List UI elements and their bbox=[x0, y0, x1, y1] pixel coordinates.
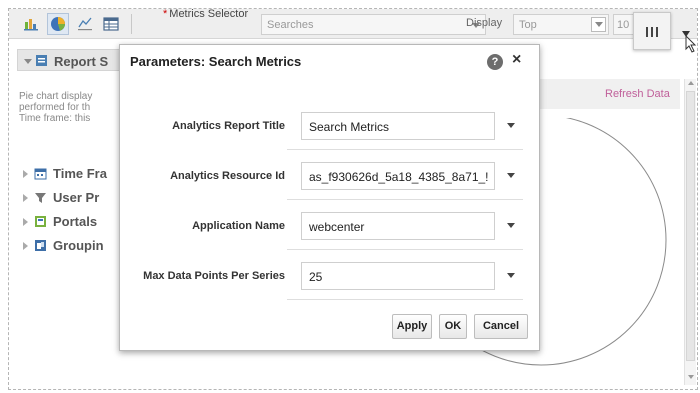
max-data-points-value: 25 bbox=[309, 270, 323, 284]
ok-button[interactable]: OK bbox=[439, 314, 467, 339]
refresh-data-link[interactable]: Refresh Data bbox=[605, 88, 670, 100]
line-chart-icon[interactable] bbox=[76, 15, 94, 33]
scroll-down-icon[interactable] bbox=[688, 375, 694, 379]
display-value: Top bbox=[519, 19, 537, 31]
parameters-dialog: Parameters: Search Metrics ? × Analytics… bbox=[119, 44, 540, 351]
panel-item-label: Time Fra bbox=[53, 166, 107, 181]
row-divider bbox=[287, 299, 523, 300]
max-data-points-input[interactable]: 25 bbox=[301, 262, 495, 290]
count-value: 10 bbox=[617, 19, 630, 31]
apply-button[interactable]: Apply bbox=[392, 314, 432, 339]
application-name-value: webcenter bbox=[309, 220, 365, 234]
left-panel: Report S Pie chart display performed for… bbox=[17, 49, 127, 289]
report-description: Pie chart display performed for th Time … bbox=[19, 91, 119, 124]
metrics-selector-value: Searches bbox=[267, 19, 314, 31]
row-divider bbox=[287, 249, 523, 250]
toolbar-separator bbox=[131, 14, 132, 34]
panel-item-label: Portals bbox=[53, 214, 98, 229]
chevron-down-icon[interactable] bbox=[507, 123, 515, 129]
scroll-up-icon[interactable] bbox=[688, 81, 694, 85]
chevron-down-icon[interactable] bbox=[507, 223, 515, 229]
report-settings-label: Report S bbox=[54, 54, 109, 69]
report-description-line: performed for th bbox=[19, 102, 91, 113]
metrics-selector-label-text: Metrics Selector bbox=[169, 8, 249, 20]
panel-item-portals[interactable]: Portals bbox=[17, 212, 127, 232]
collapse-triangle-icon bbox=[24, 59, 32, 64]
bar-chart-icon[interactable] bbox=[22, 15, 40, 33]
chevron-down-icon bbox=[595, 22, 603, 27]
field-label-application-name: Application Name bbox=[192, 220, 285, 232]
display-label: Display bbox=[466, 17, 503, 29]
resource-id-value: as_f930626d_5a18_4385_8a71_! bbox=[309, 170, 489, 184]
display-dropdown-button[interactable] bbox=[591, 17, 606, 32]
expand-triangle-icon bbox=[23, 218, 28, 226]
panel-item-label: User Pr bbox=[53, 190, 100, 205]
columns-icon bbox=[646, 27, 659, 37]
columns-menu-button[interactable] bbox=[633, 12, 671, 50]
report-description-line: Pie chart display bbox=[19, 91, 93, 102]
report-icon bbox=[36, 55, 47, 66]
expand-triangle-icon bbox=[23, 194, 28, 202]
report-title-value: Search Metrics bbox=[309, 120, 390, 134]
required-marker: * bbox=[163, 8, 168, 20]
chevron-down-icon[interactable] bbox=[507, 173, 515, 179]
row-divider bbox=[287, 199, 523, 200]
expand-triangle-icon bbox=[23, 170, 28, 178]
filter-icon bbox=[35, 193, 46, 203]
panel-item-grouping[interactable]: Groupin bbox=[17, 236, 127, 256]
vertical-scrollbar[interactable] bbox=[684, 79, 696, 385]
mouse-cursor-icon bbox=[685, 35, 697, 53]
close-icon[interactable]: × bbox=[512, 51, 521, 69]
count-input[interactable]: 10 bbox=[613, 14, 635, 35]
pie-chart-icon-selected[interactable] bbox=[47, 13, 69, 35]
chevron-down-icon[interactable] bbox=[507, 273, 515, 279]
scrollbar-thumb[interactable] bbox=[686, 91, 695, 361]
dialog-title: Parameters: Search Metrics bbox=[130, 54, 302, 69]
row-divider bbox=[287, 149, 523, 150]
cancel-button[interactable]: Cancel bbox=[474, 314, 528, 339]
field-label-resource-id: Analytics Resource Id bbox=[170, 170, 285, 182]
resource-id-input[interactable]: as_f930626d_5a18_4385_8a71_! bbox=[301, 162, 495, 190]
panel-item-label: Groupin bbox=[53, 238, 104, 253]
help-icon[interactable]: ? bbox=[487, 54, 503, 70]
report-title-input[interactable]: Search Metrics bbox=[301, 112, 495, 140]
pie-chart-icon bbox=[51, 17, 65, 31]
metrics-selector-label: * Metrics Selector bbox=[163, 8, 248, 20]
application-name-input[interactable]: webcenter bbox=[301, 212, 495, 240]
panel-item-user-profile[interactable]: User Pr bbox=[17, 188, 127, 208]
field-label-report-title: Analytics Report Title bbox=[172, 120, 285, 132]
display-dropdown[interactable]: Top bbox=[513, 14, 609, 35]
metrics-selector-dropdown[interactable]: Searches bbox=[261, 14, 486, 35]
grouping-icon bbox=[35, 240, 46, 251]
calendar-icon bbox=[34, 168, 47, 180]
report-settings-header[interactable]: Report S bbox=[17, 49, 127, 71]
portal-icon bbox=[35, 216, 46, 227]
field-label-max-data-points: Max Data Points Per Series bbox=[143, 270, 285, 282]
report-description-line: Time frame: this bbox=[19, 113, 91, 124]
panel-item-time-frame[interactable]: Time Fra bbox=[17, 164, 127, 184]
table-icon[interactable] bbox=[102, 15, 120, 33]
expand-triangle-icon bbox=[23, 242, 28, 250]
